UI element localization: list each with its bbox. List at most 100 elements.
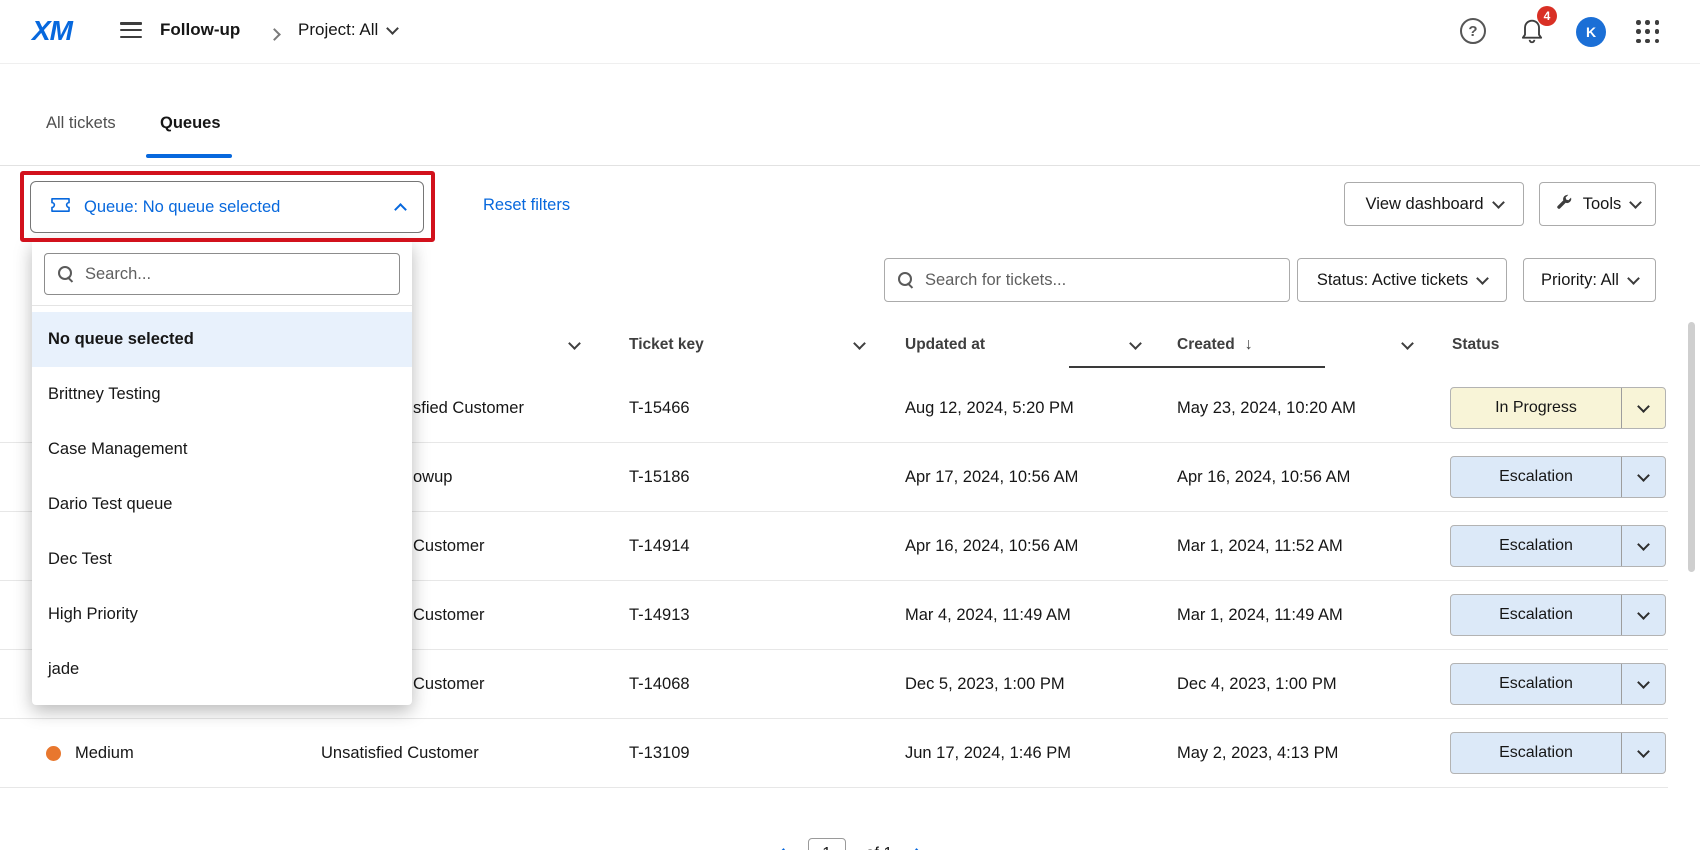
breadcrumb-project[interactable]: Follow-up [160,20,240,40]
chevron-up-icon [394,203,407,216]
pagination: 1 of 1 [0,838,1700,850]
column-header-created[interactable]: Created↓ [1177,322,1412,368]
table-row-T-13109[interactable]: Medium Unsatisfied Customer T-13109 Jun 17,… [0,719,1668,788]
status-dropdown-caret[interactable] [1621,595,1665,635]
ticket-search-input[interactable] [925,271,1277,290]
status-label: Escalation [1451,526,1621,566]
chevron-down-icon [386,22,399,35]
queue-option-3[interactable]: Dario Test queue [32,477,412,532]
status-dropdown-caret[interactable] [1621,664,1665,704]
status-badge[interactable]: Escalation [1450,525,1666,567]
hamburger-menu-icon[interactable] [120,22,144,42]
ticket-key-cell: T-14914 [629,512,690,581]
chevron-down-icon [1476,272,1489,285]
status-filter-button[interactable]: Status: Active tickets [1297,258,1507,302]
updated-at-cell: Apr 17, 2024, 10:56 AM [905,443,1078,512]
search-icon [897,271,915,289]
queue-option-1[interactable]: Brittney Testing [32,367,412,422]
status-dropdown-caret[interactable] [1621,388,1665,428]
priority-filter-button[interactable]: Priority: All [1523,258,1656,302]
status-dropdown-caret[interactable] [1621,526,1665,566]
ticket-search-box [884,258,1290,302]
notification-count-badge: 4 [1537,6,1557,26]
status-label: Escalation [1451,457,1621,497]
queue-option-2[interactable]: Case Management [32,422,412,477]
ticket-key-cell: T-14913 [629,581,690,650]
dropdown-divider [32,305,412,306]
summary-cell: sfied Customer [413,374,524,443]
chevron-down-icon [1637,745,1650,758]
chevron-down-icon [1637,607,1650,620]
tab-queues[interactable]: Queues [160,114,221,133]
created-cell: Mar 1, 2024, 11:49 AM [1177,581,1343,650]
chevron-down-icon[interactable] [853,337,866,350]
queue-option-4[interactable]: Dec Test [32,532,412,587]
priority-cell: Medium [46,719,134,788]
tab-all-tickets[interactable]: All tickets [46,114,116,133]
sort-desc-icon: ↓ [1245,336,1253,353]
status-badge[interactable]: Escalation [1450,594,1666,636]
status-badge[interactable]: Escalation [1450,663,1666,705]
updated-at-cell: Mar 4, 2024, 11:49 AM [905,581,1071,650]
summary-cell: Unsatisfied Customer [321,719,479,788]
column-header-ticket-key[interactable]: Ticket key [629,322,864,368]
summary-cell: owup [413,443,452,512]
chevron-down-icon [1492,196,1505,209]
chevron-down-icon[interactable] [1129,337,1142,350]
ticket-icon [49,196,72,219]
updated-at-cell: Jun 17, 2024, 1:46 PM [905,719,1071,788]
apps-grid-icon[interactable] [1636,20,1660,44]
status-badge[interactable]: Escalation [1450,732,1666,774]
queue-filter-label: Queue: No queue selected [84,198,280,217]
queue-option-5[interactable]: High Priority [32,587,412,642]
updated-at-cell: Dec 5, 2023, 1:00 PM [905,650,1065,719]
created-cell: Mar 1, 2024, 11:52 AM [1177,512,1343,581]
chevron-right-icon [270,26,279,44]
active-tab-underline [146,154,232,158]
summary-cell: Customer [413,512,485,581]
tools-button[interactable]: Tools [1539,182,1656,226]
hidden-column-chevron-icon[interactable] [570,322,600,368]
priority-medium-icon [46,746,61,761]
xm-logo: XM [32,15,72,47]
status-label: Escalation [1451,733,1621,773]
created-cell: May 2, 2023, 4:13 PM [1177,719,1338,788]
wrench-icon [1555,193,1573,216]
ticket-key-cell: T-14068 [629,650,690,719]
status-dropdown-caret[interactable] [1621,733,1665,773]
chevron-down-icon [1637,676,1650,689]
help-icon[interactable]: ? [1460,18,1486,44]
queue-filter-button[interactable]: Queue: No queue selected [30,181,424,233]
tabs-divider [0,165,1700,166]
summary-cell: Customer [413,581,485,650]
status-badge[interactable]: In Progress [1450,387,1666,429]
scrollbar[interactable] [1688,322,1695,572]
chevron-down-icon[interactable] [1401,337,1414,350]
breadcrumb-scope-dropdown[interactable]: Project: All [298,20,397,40]
ticket-key-header-label: Ticket key [629,336,704,354]
column-header-updated-at[interactable]: Updated at [905,322,1140,368]
avatar[interactable]: K [1576,17,1606,47]
queue-dropdown-list: No queue selectedBrittney TestingCase Ma… [32,312,412,697]
column-header-status[interactable]: Status [1452,322,1612,368]
queue-option-6[interactable]: jade [32,642,412,697]
current-page-box[interactable]: 1 [808,838,846,850]
queue-dropdown-panel: No queue selectedBrittney TestingCase Ma… [32,241,412,705]
breadcrumb-scope-label: Project: All [298,20,378,40]
queue-option-0[interactable]: No queue selected [32,312,412,367]
updated-at-cell: Aug 12, 2024, 5:20 PM [905,374,1074,443]
reset-filters-link[interactable]: Reset filters [483,196,570,215]
priority-filter-label: Priority: All [1541,271,1619,290]
created-cell: Apr 16, 2024, 10:56 AM [1177,443,1350,512]
top-bar: XM Follow-up Project: All ? 4 K [0,0,1700,64]
queue-dropdown-search-input[interactable] [85,265,387,284]
status-dropdown-caret[interactable] [1621,457,1665,497]
status-badge[interactable]: Escalation [1450,456,1666,498]
updated-at-cell: Apr 16, 2024, 10:56 AM [905,512,1078,581]
view-dashboard-button[interactable]: View dashboard [1344,182,1524,226]
updated-at-header-label: Updated at [905,336,985,354]
ticket-key-cell: T-13109 [629,719,690,788]
page-count-label: of 1 [866,845,893,850]
tools-label: Tools [1583,195,1622,214]
ticket-key-cell: T-15466 [629,374,690,443]
